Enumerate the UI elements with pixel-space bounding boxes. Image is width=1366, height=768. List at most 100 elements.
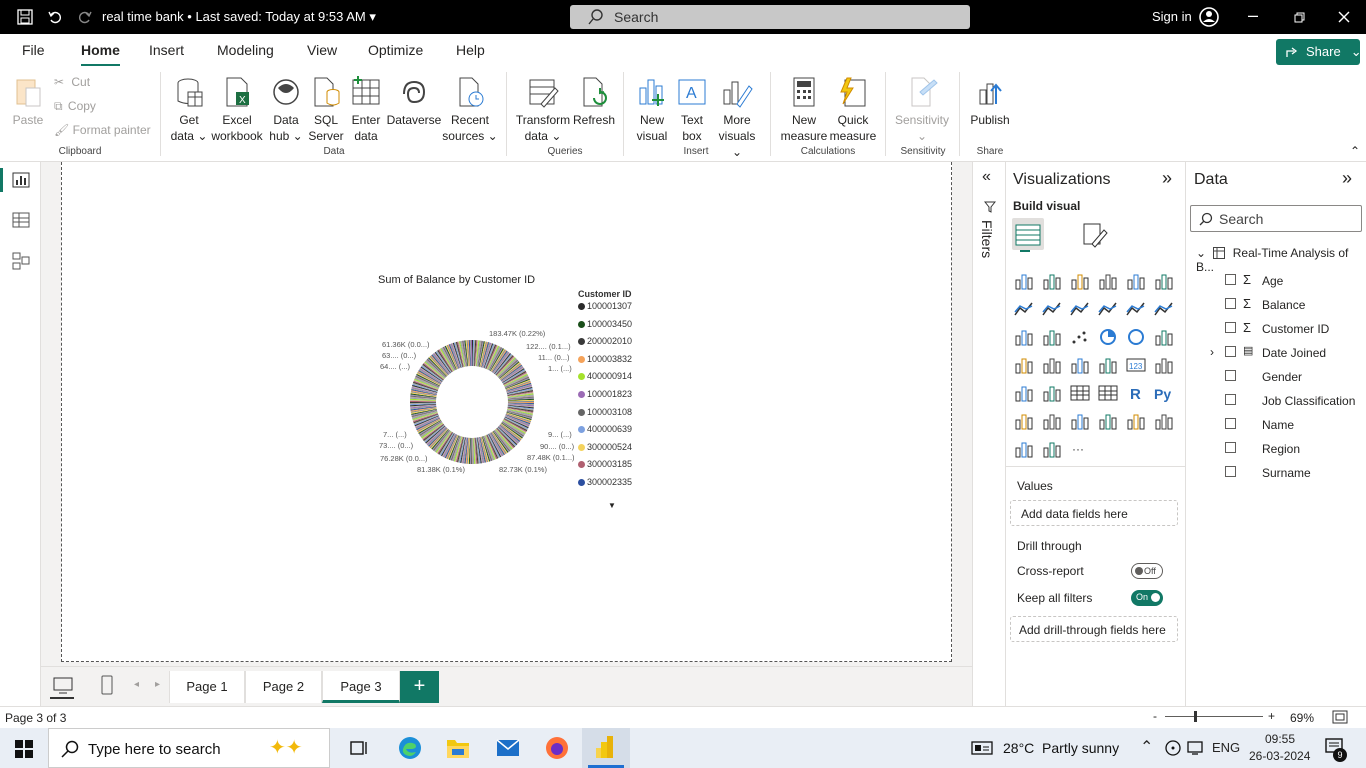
save-icon[interactable] [17, 9, 33, 25]
stacked-area-icon[interactable] [1070, 300, 1090, 318]
windows-start-icon[interactable] [15, 740, 33, 758]
legend-item[interactable]: 400000914 [578, 371, 632, 381]
azure-map-icon[interactable] [1070, 356, 1090, 374]
field-checkbox[interactable] [1225, 346, 1236, 357]
field-item[interactable]: Surname [1186, 463, 1366, 483]
legend-item[interactable]: 200002010 [578, 336, 632, 346]
menu-insert[interactable]: Insert [149, 42, 184, 58]
cut-button[interactable]: ✂ Cut [54, 75, 90, 89]
report-page[interactable]: Sum of Balance by Customer ID 183.47K (0… [61, 162, 952, 662]
sign-in-link[interactable]: Sign in [1152, 9, 1192, 24]
smart-narrative-icon[interactable] [1014, 440, 1034, 458]
show-hidden-icons[interactable]: ⌃ [1140, 737, 1153, 757]
values-well[interactable]: Add data fields here [1010, 500, 1178, 526]
menu-home[interactable]: Home [81, 42, 120, 67]
power-bi-taskbar-button[interactable] [582, 728, 630, 768]
100-column-icon[interactable] [1154, 272, 1174, 290]
menu-help[interactable]: Help [456, 42, 485, 58]
python-visual-icon[interactable]: Py [1154, 384, 1174, 402]
enter-data-button[interactable]: Enter data [348, 76, 384, 144]
text-box-button[interactable]: A Text box [674, 76, 710, 144]
legend-item[interactable]: 300002335 [578, 477, 632, 487]
file-title[interactable]: real time bank • Last saved: Today at 9:… [102, 9, 376, 25]
card-icon[interactable]: 123 [1126, 356, 1146, 374]
sensitivity-button[interactable]: Sensitivity ⌄ [893, 76, 951, 144]
undo-icon[interactable] [47, 9, 63, 25]
chevron-right-icon[interactable]: › [1210, 345, 1214, 359]
publish-button[interactable]: Publish [968, 76, 1012, 128]
menu-optimize[interactable]: Optimize [368, 42, 423, 58]
expand-filters-icon[interactable]: « [982, 168, 991, 186]
field-checkbox[interactable] [1225, 442, 1236, 453]
weather-icon[interactable] [971, 740, 993, 756]
zoom-out-button[interactable]: - [1153, 709, 1157, 723]
goals-icon[interactable] [1126, 412, 1146, 430]
legend-item[interactable]: 100001307 [578, 301, 632, 311]
quick-measure-button[interactable]: Quick measure [829, 76, 877, 144]
language-indicator[interactable]: ENG [1212, 740, 1240, 755]
recent-sources-button[interactable]: Recent sources ⌄ [442, 76, 498, 144]
filled-map-icon[interactable] [1042, 356, 1062, 374]
ribbon-icon[interactable] [1154, 300, 1174, 318]
close-icon[interactable] [1338, 11, 1350, 23]
edge-icon[interactable] [398, 736, 422, 760]
sql-server-button[interactable]: SQL Server [306, 76, 346, 144]
field-item[interactable]: Region [1186, 439, 1366, 459]
field-item[interactable]: Gender [1186, 367, 1366, 387]
table-node[interactable]: ⌄ Real-Time Analysis of B... [1196, 246, 1366, 274]
weather-text[interactable]: 28°C Partly sunny [1003, 740, 1119, 756]
legend-item[interactable]: 100001823 [578, 389, 632, 399]
legend-item[interactable]: 100003108 [578, 407, 632, 417]
collapse-viz-icon[interactable]: » [1162, 168, 1172, 189]
legend-item[interactable]: 300000524 [578, 442, 632, 452]
zoom-slider-thumb[interactable] [1194, 711, 1197, 722]
new-visual-button[interactable]: New visual [632, 76, 672, 144]
paginated-icon[interactable] [1098, 412, 1118, 430]
format-painter-button[interactable]: 🖌 Format painter [54, 123, 151, 137]
slicer-icon[interactable] [1042, 384, 1062, 402]
field-item[interactable]: Σ Balance [1186, 295, 1366, 315]
clustered-column-icon[interactable] [1098, 272, 1118, 290]
fit-to-page-icon[interactable] [1332, 710, 1348, 724]
waterfall-icon[interactable] [1014, 328, 1034, 346]
field-checkbox[interactable] [1225, 298, 1236, 309]
prev-page-icon[interactable]: ◂ [134, 679, 139, 690]
network-icon[interactable] [1187, 740, 1203, 756]
refresh-button[interactable]: Refresh [572, 76, 616, 128]
search-box[interactable]: Search [570, 5, 970, 29]
mail-icon[interactable] [496, 738, 520, 758]
key-influencers-icon[interactable] [1014, 412, 1034, 430]
field-item[interactable]: Σ Age [1186, 271, 1366, 291]
field-item[interactable]: › ▤ Date Joined [1186, 343, 1366, 363]
excel-workbook-button[interactable]: X Excel workbook [210, 76, 264, 144]
field-item[interactable]: Job Classification [1186, 391, 1366, 411]
data-search-input[interactable]: Search [1190, 205, 1362, 232]
restore-icon[interactable] [1294, 12, 1305, 23]
donut-chart[interactable] [402, 332, 542, 472]
kpi-icon[interactable] [1014, 384, 1034, 402]
filters-pane-collapsed[interactable]: « Filters [972, 162, 1006, 706]
copy-button[interactable]: ⧉ Copy [54, 99, 96, 114]
minimize-icon[interactable]: – [1248, 5, 1258, 26]
matrix-icon[interactable] [1098, 384, 1118, 402]
field-checkbox[interactable] [1225, 274, 1236, 285]
field-checkbox[interactable] [1225, 370, 1236, 381]
line-column-icon[interactable] [1098, 300, 1118, 318]
taskbar-search[interactable]: Type here to search ✦✦ [48, 728, 330, 768]
qa-icon[interactable] [1070, 412, 1090, 430]
field-item[interactable]: Σ Customer ID [1186, 319, 1366, 339]
menu-modeling[interactable]: Modeling [217, 42, 274, 58]
clock-time[interactable]: 09:55 [1265, 732, 1295, 746]
task-view-icon[interactable] [350, 739, 370, 757]
desktop-layout-icon[interactable] [53, 677, 73, 695]
100-bar-icon[interactable] [1126, 272, 1146, 290]
account-icon[interactable] [1199, 7, 1219, 27]
tab-page-1[interactable]: Page 1 [169, 671, 245, 703]
add-page-button[interactable]: + [400, 671, 439, 703]
model-view-icon[interactable] [12, 252, 30, 270]
keep-filters-toggle[interactable]: On [1131, 590, 1163, 606]
tab-page-3[interactable]: Page 3 [322, 671, 400, 703]
redo-icon[interactable] [77, 9, 93, 25]
legend-item[interactable]: 100003832 [578, 354, 632, 364]
get-data-button[interactable]: Get data ⌄ [168, 76, 210, 144]
